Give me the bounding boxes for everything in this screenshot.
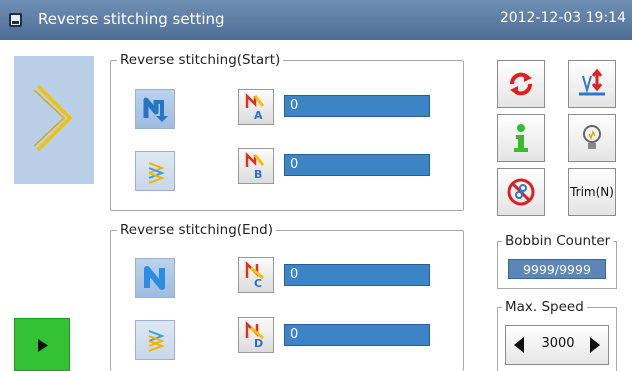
start-mode-alt-button[interactable]: [135, 151, 175, 191]
arrow-right-icon: [590, 337, 600, 353]
bobbin-counter-value[interactable]: 9999/9999: [508, 259, 606, 279]
max-speed-group: Max. Speed 3000: [497, 298, 617, 371]
refresh-icon: [510, 72, 532, 96]
bobbin-counter-group: Bobbin Counter 9999/9999: [497, 232, 617, 289]
no-scissors-icon: [507, 178, 535, 206]
speed-increase-button[interactable]: [582, 326, 608, 364]
light-button[interactable]: [568, 114, 616, 162]
end-mode-selected-button[interactable]: [135, 258, 175, 298]
zigzag-stitch-end-icon: [148, 330, 165, 352]
bobbin-counter-label: Bobbin Counter: [502, 232, 614, 250]
pattern-preview: [14, 56, 94, 184]
zigzag-stitch-icon: [148, 162, 165, 184]
stitch-b-letter: B: [254, 168, 263, 181]
stitch-c-letter: C: [254, 277, 263, 290]
window-title: Reverse stitching setting: [38, 10, 225, 28]
light-bulb-icon: [583, 125, 601, 149]
stitch-a-input[interactable]: 0: [284, 95, 430, 117]
play-button[interactable]: [14, 318, 70, 371]
window-icon: [9, 13, 22, 27]
reverse-n-end-icon: [144, 266, 165, 290]
stitch-a-letter: A: [254, 109, 263, 122]
speed-control: 3000: [505, 325, 609, 365]
no-trim-button[interactable]: [497, 168, 545, 216]
presser-foot-icon: [579, 68, 605, 96]
max-speed-label: Max. Speed: [502, 298, 587, 316]
trim-button[interactable]: Trim(N): [568, 168, 616, 216]
title-bar: Reverse stitching setting 2012-12-03 19:…: [0, 0, 632, 40]
reverse-end-label: Reverse stitching(End): [117, 221, 276, 239]
arrow-left-icon: [514, 337, 524, 353]
stitch-b-input[interactable]: 0: [284, 154, 430, 176]
end-mode-alt-button[interactable]: [135, 320, 175, 360]
stitch-c-button[interactable]: C: [238, 257, 274, 293]
info-icon: [514, 124, 528, 152]
stitch-d-input[interactable]: 0: [284, 324, 430, 346]
presser-foot-button[interactable]: [568, 60, 616, 108]
info-button[interactable]: [497, 114, 545, 162]
speed-decrease-button[interactable]: [506, 326, 532, 364]
datetime: 2012-12-03 19:14: [499, 10, 626, 26]
stitch-d-letter: D: [254, 337, 264, 350]
start-mode-selected-button[interactable]: [135, 89, 175, 129]
reverse-n-icon: [143, 97, 168, 122]
reverse-start-label: Reverse stitching(Start): [117, 51, 284, 69]
play-icon: [38, 339, 48, 352]
speed-value: 3000: [541, 336, 575, 351]
zigzag-preview-icon: [33, 84, 73, 152]
stitch-d-button[interactable]: D: [238, 317, 274, 353]
reset-button[interactable]: [497, 60, 545, 108]
stitch-a-button[interactable]: A: [238, 89, 274, 125]
stitch-c-input[interactable]: 0: [284, 264, 430, 286]
stitch-b-button[interactable]: B: [238, 148, 274, 184]
